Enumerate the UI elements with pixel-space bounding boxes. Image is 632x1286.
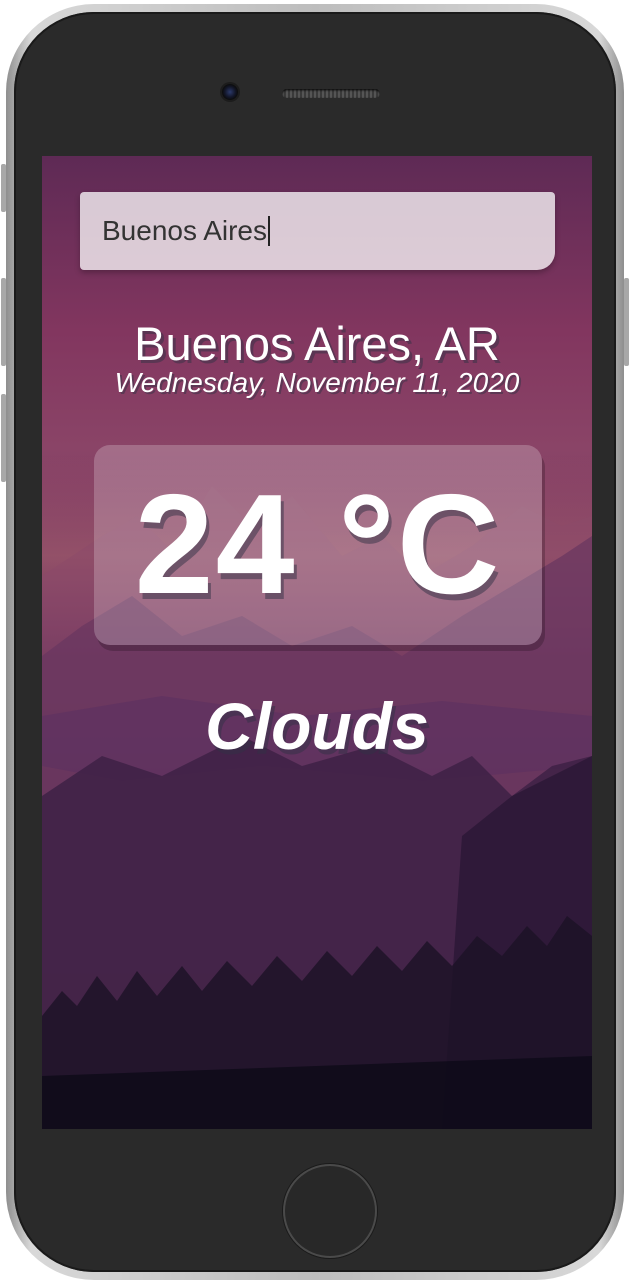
volume-down-button <box>1 394 6 482</box>
front-camera-icon <box>222 84 238 100</box>
weather-condition: Clouds <box>205 689 429 763</box>
volume-up-button <box>1 278 6 366</box>
search-input[interactable]: Buenos Aires <box>102 215 267 247</box>
mute-switch <box>1 164 6 212</box>
power-button <box>624 278 629 366</box>
speaker-grille <box>282 89 380 98</box>
temperature-value: 24 °C <box>134 465 502 624</box>
search-bar[interactable]: Buenos Aires <box>80 192 555 270</box>
app-screen: Buenos Aires Buenos Aires, AR Wednesday,… <box>42 156 592 1129</box>
text-cursor <box>268 216 270 246</box>
current-date: Wednesday, November 11, 2020 <box>114 367 520 398</box>
temperature-card: 24 °C <box>94 445 542 645</box>
home-button[interactable] <box>283 1164 377 1258</box>
location-title: Buenos Aires, AR <box>134 317 500 370</box>
